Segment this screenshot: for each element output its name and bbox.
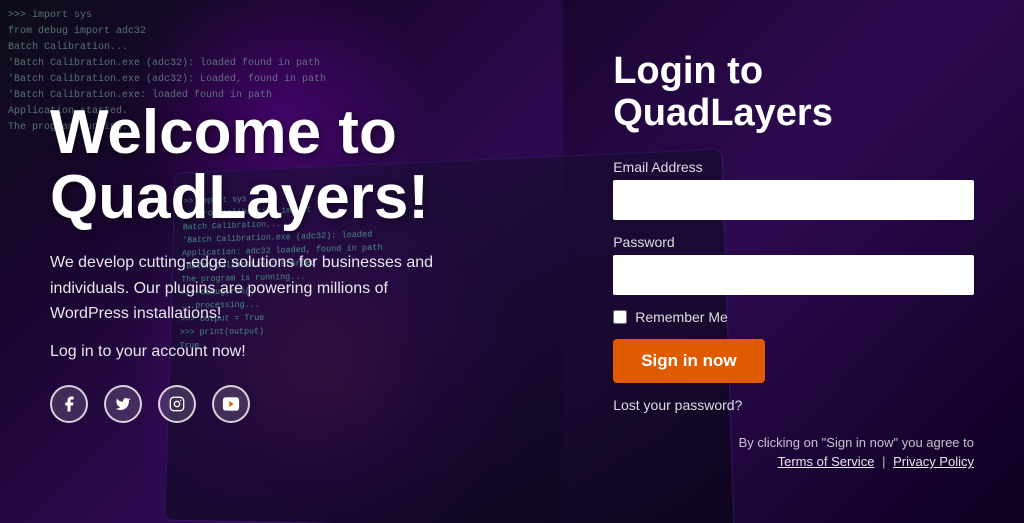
terms-of-service-link[interactable]: Terms of Service <box>778 454 875 469</box>
left-panel: Welcome to QuadLayers! We develop cuttin… <box>0 0 563 523</box>
login-title-line2: QuadLayers <box>613 92 833 134</box>
login-title-line1: Login to <box>613 50 763 92</box>
facebook-icon[interactable] <box>50 385 88 423</box>
terms-prefix: By clicking on "Sign in now" you agree t… <box>739 435 974 450</box>
remember-me-checkbox[interactable] <box>613 310 627 324</box>
lost-password-link[interactable]: Lost your password? <box>613 397 974 413</box>
login-title: Login to QuadLayers <box>613 51 974 135</box>
welcome-title: Welcome to QuadLayers! <box>50 100 513 230</box>
facebook-svg <box>60 395 78 413</box>
login-prompt: Log in to your account now! <box>50 343 513 361</box>
remember-me-group: Remember Me <box>613 309 974 325</box>
twitter-icon[interactable] <box>104 385 142 423</box>
right-panel: Login to QuadLayers Email Address Passwo… <box>563 0 1024 523</box>
email-group: Email Address <box>613 159 974 220</box>
terms-divider: | <box>882 454 885 469</box>
twitter-svg <box>115 396 131 412</box>
welcome-description: We develop cutting-edge solutions for bu… <box>50 250 450 327</box>
email-label: Email Address <box>613 159 974 175</box>
password-input[interactable] <box>613 255 974 295</box>
email-input[interactable] <box>613 180 974 220</box>
instagram-icon[interactable] <box>158 385 196 423</box>
terms-container: By clicking on "Sign in now" you agree t… <box>613 433 974 472</box>
youtube-icon[interactable] <box>212 385 250 423</box>
remember-me-label[interactable]: Remember Me <box>635 309 728 325</box>
sign-in-button[interactable]: Sign in now <box>613 339 764 383</box>
privacy-policy-link[interactable]: Privacy Policy <box>893 454 974 469</box>
instagram-svg <box>169 396 185 412</box>
password-label: Password <box>613 234 974 250</box>
youtube-svg <box>222 397 240 411</box>
social-icons-container <box>50 385 513 423</box>
password-group: Password <box>613 234 974 295</box>
